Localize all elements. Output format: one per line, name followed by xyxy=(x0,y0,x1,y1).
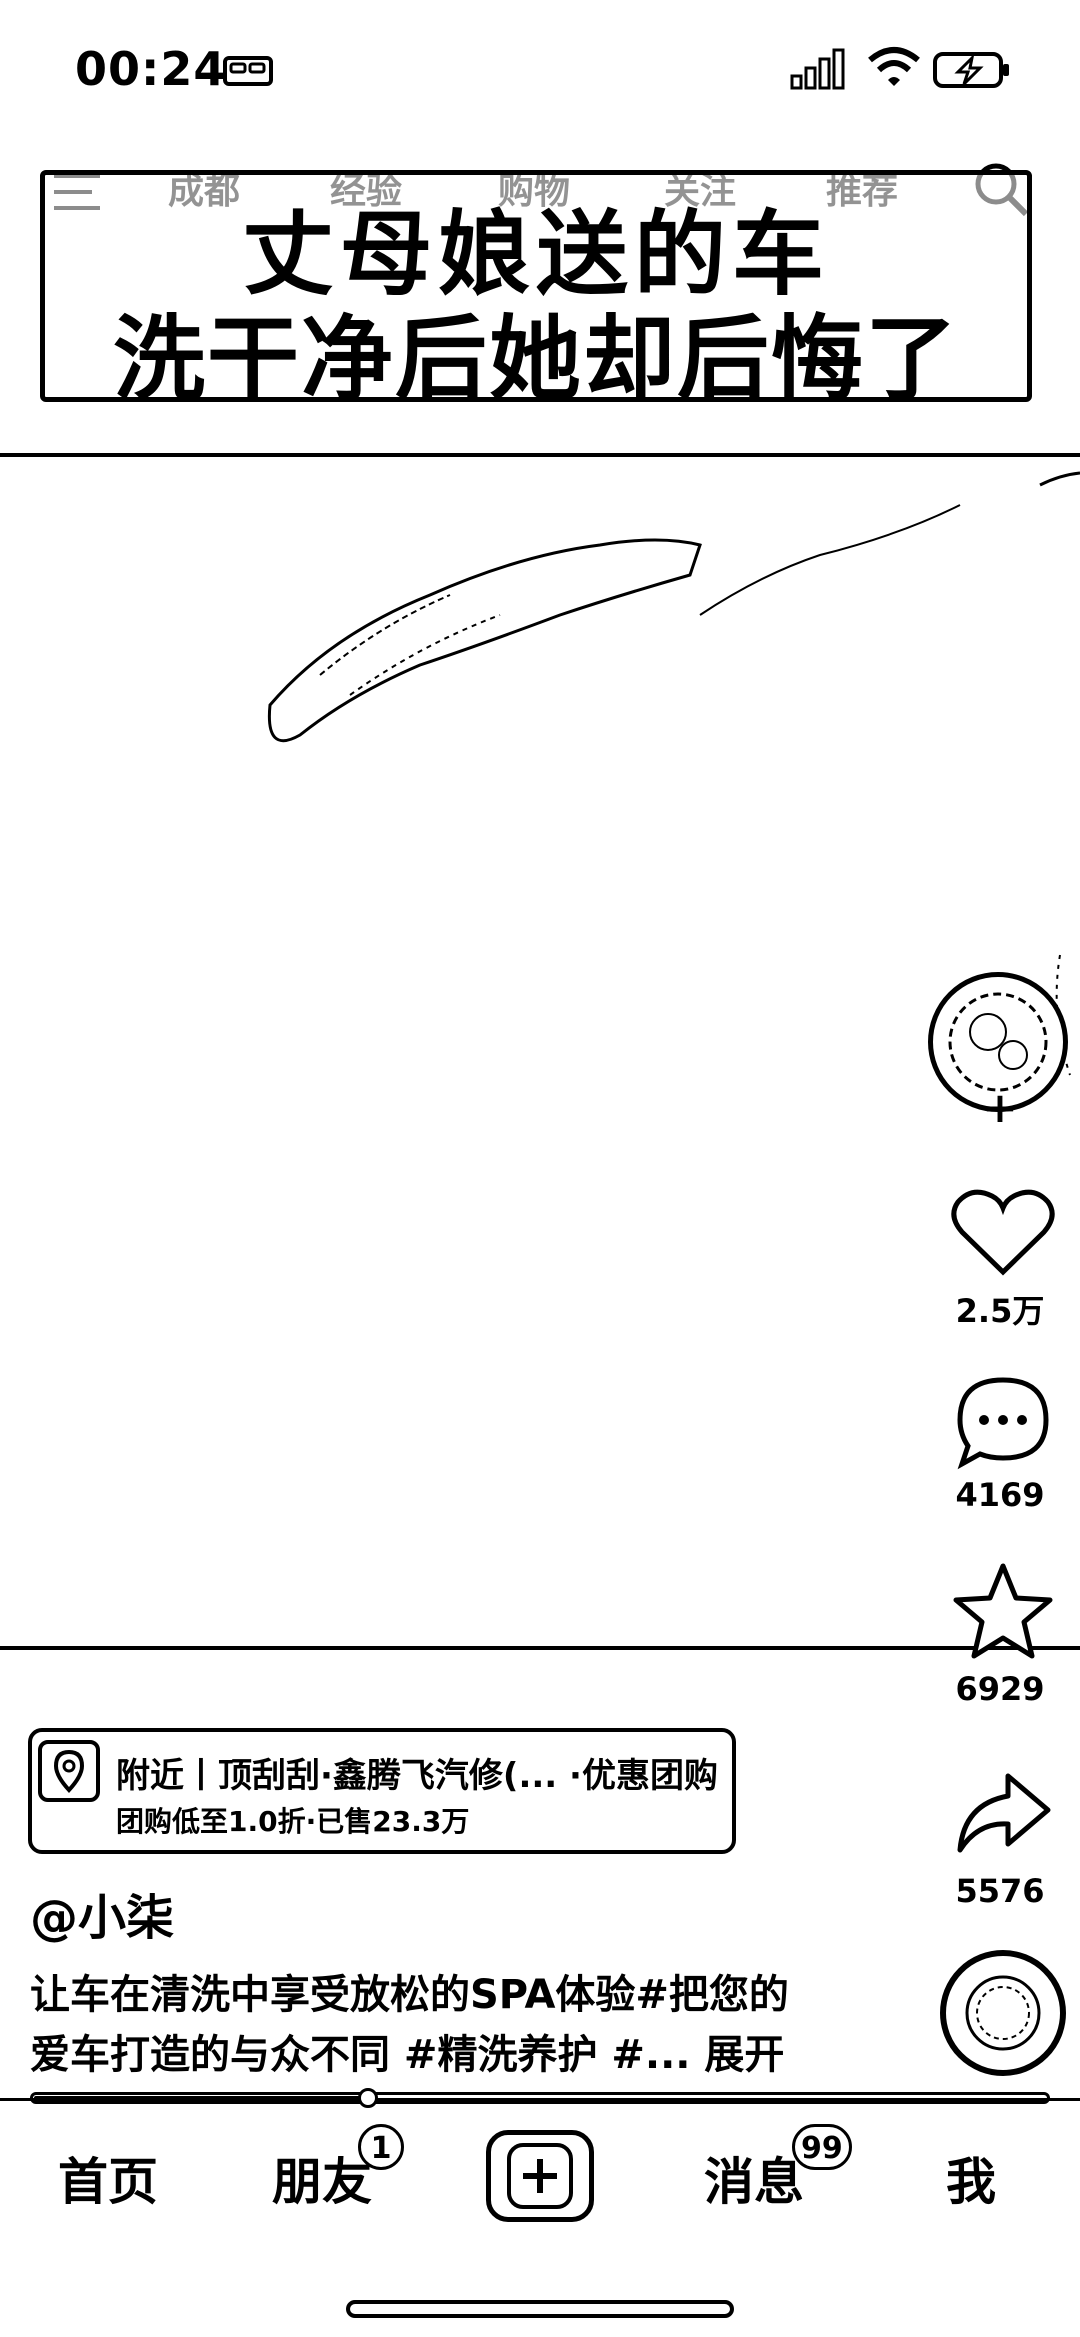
location-pin-icon xyxy=(38,1740,100,1802)
location-title: 附近丨顶刮刮·鑫腾飞汽修(... ·优惠团购 xyxy=(116,1756,718,1796)
share-count: 5576 xyxy=(955,1872,1045,1910)
status-time: 00:24 xyxy=(75,42,227,96)
video-title-line-2: 洗干净后她却后悔了 xyxy=(112,306,959,413)
signal-icon xyxy=(790,48,845,90)
playback-progress-knob[interactable] xyxy=(358,2088,378,2108)
caption-line-1: 让车在清洗中享受放松的SPA体验#把您的 xyxy=(30,1972,789,2018)
tab-messages[interactable]: 消息 xyxy=(704,2142,804,2214)
tab-home[interactable]: 首页 xyxy=(58,2142,158,2214)
battery-charging-icon xyxy=(933,52,1009,88)
sleep-mode-icon xyxy=(223,56,273,86)
video-frame[interactable] xyxy=(0,455,1080,1645)
caption-line-2[interactable]: 爱车打造的与众不同 #精洗养护 #... 展开 xyxy=(30,2022,870,2080)
home-indicator[interactable] xyxy=(346,2300,734,2318)
like-count: 2.5万 xyxy=(955,1292,1045,1330)
share-icon[interactable] xyxy=(948,1764,1058,1864)
friends-badge: 1 xyxy=(358,2124,404,2170)
music-disc-cover-icon xyxy=(965,1975,1041,2051)
create-button[interactable] xyxy=(486,2130,594,2222)
video-bottom-edge xyxy=(0,1646,1080,1650)
music-disc[interactable] xyxy=(940,1950,1066,2076)
location-subtitle: 团购低至1.0折·已售23.3万 xyxy=(116,1805,470,1838)
follow-button[interactable]: + xyxy=(980,1087,1020,1129)
messages-badge: 99 xyxy=(792,2124,852,2170)
comment-count: 4169 xyxy=(955,1476,1045,1514)
comment-icon[interactable] xyxy=(948,1372,1058,1472)
tab-me[interactable]: 我 xyxy=(946,2142,996,2214)
wifi-icon xyxy=(868,47,920,86)
like-icon[interactable] xyxy=(948,1182,1058,1282)
playback-progress-fill xyxy=(34,2096,368,2100)
favorite-count: 6929 xyxy=(955,1670,1045,1708)
tab-friends[interactable]: 朋友 xyxy=(272,2142,372,2214)
plus-icon xyxy=(507,2143,573,2209)
author-name[interactable]: @小柒 xyxy=(30,1878,174,1948)
favorite-star-icon[interactable] xyxy=(948,1560,1058,1660)
